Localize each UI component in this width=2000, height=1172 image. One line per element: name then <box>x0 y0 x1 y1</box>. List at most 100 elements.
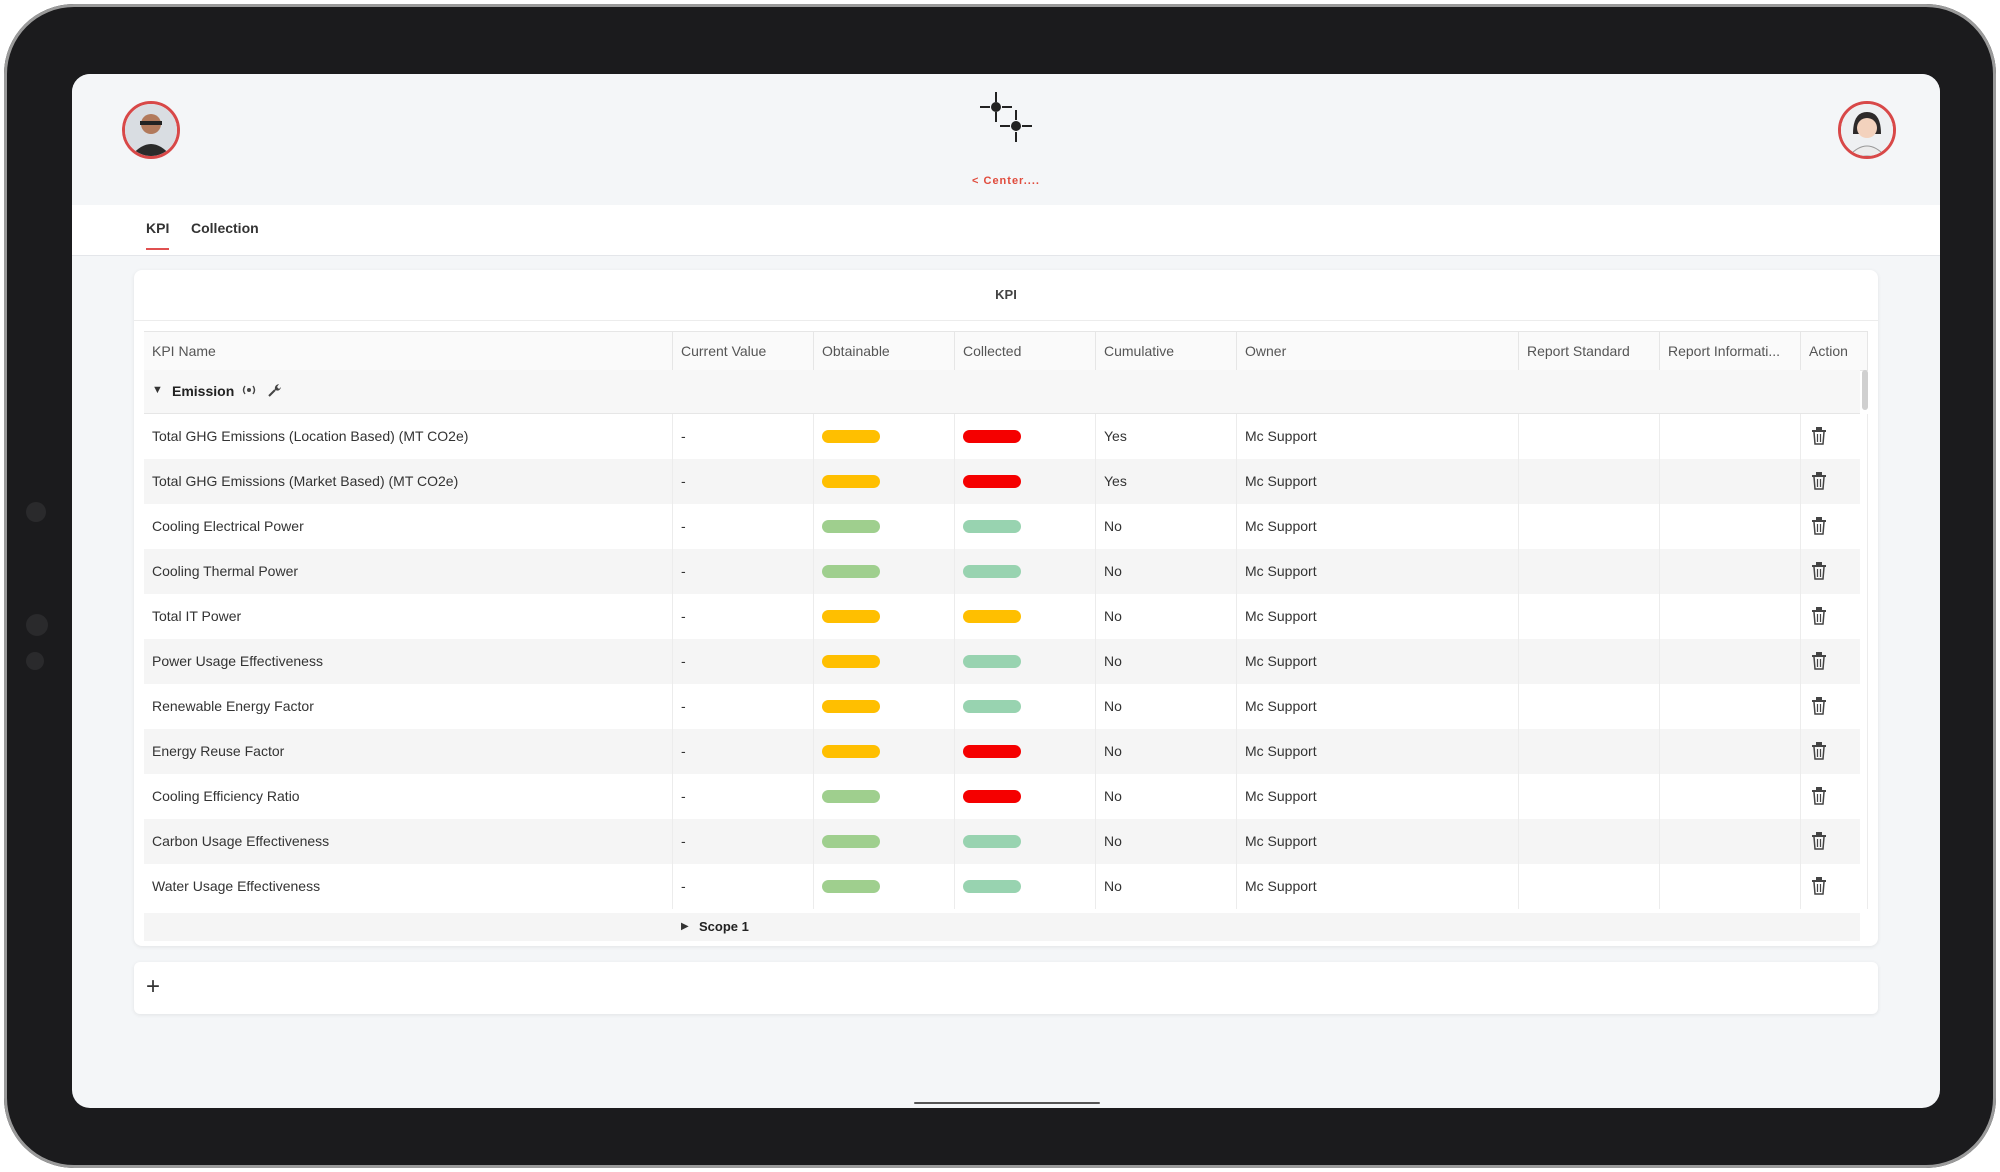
action-cell <box>1801 459 1868 504</box>
report-standard-cell <box>1519 459 1660 504</box>
action-cell <box>1801 639 1868 684</box>
cumulative-cell: No <box>1096 864 1237 909</box>
table-row[interactable]: Renewable Energy Factor - No Mc Support <box>144 684 1868 729</box>
column-header-owner[interactable]: Owner <box>1237 332 1519 370</box>
status-pill-yellow <box>822 430 880 443</box>
collected-cell <box>955 594 1096 639</box>
add-row-bar: + <box>134 962 1878 1014</box>
column-header-kpi-name[interactable]: KPI Name <box>144 332 673 370</box>
cumulative-cell: No <box>1096 594 1237 639</box>
table-scrollbar[interactable] <box>1862 370 1868 410</box>
user-avatar-right[interactable] <box>1838 101 1896 159</box>
status-pill-teal <box>963 880 1021 893</box>
table-row[interactable]: Cooling Efficiency Ratio - No Mc Support <box>144 774 1868 819</box>
person-avatar-icon <box>1841 104 1893 156</box>
column-header-report-standard[interactable]: Report Standard <box>1519 332 1660 370</box>
camera-dot <box>26 502 46 522</box>
tablet-frame: < Center.... KPI Collection KPI KPI Name… <box>4 4 1996 1168</box>
column-header-cumulative[interactable]: Cumulative <box>1096 332 1237 370</box>
trash-icon[interactable] <box>1811 652 1827 670</box>
back-center-link[interactable]: < Center.... <box>72 175 1940 187</box>
current-value-cell: - <box>673 459 814 504</box>
status-pill-red <box>963 475 1021 488</box>
group-label: Emission <box>172 383 235 399</box>
group-row-emission[interactable]: ▼ Emission <box>144 370 1860 414</box>
table-row[interactable]: Total GHG Emissions (Location Based) (MT… <box>144 414 1868 459</box>
trash-icon[interactable] <box>1811 427 1827 445</box>
current-value-cell: - <box>673 774 814 819</box>
table-row[interactable]: Total IT Power - No Mc Support <box>144 594 1868 639</box>
report-information-cell <box>1660 864 1801 909</box>
trash-icon[interactable] <box>1811 607 1827 625</box>
table-row[interactable]: Cooling Electrical Power - No Mc Support <box>144 504 1868 549</box>
trash-icon[interactable] <box>1811 877 1827 895</box>
add-button[interactable]: + <box>146 972 160 1002</box>
column-header-report-information[interactable]: Report Informati... <box>1660 332 1801 370</box>
sensor-dot <box>26 614 48 636</box>
action-cell <box>1801 684 1868 729</box>
table-row[interactable]: Energy Reuse Factor - No Mc Support <box>144 729 1868 774</box>
wrench-icon[interactable] <box>266 382 282 398</box>
broadcast-icon[interactable] <box>241 382 257 398</box>
trash-icon[interactable] <box>1811 742 1827 760</box>
report-information-cell <box>1660 504 1801 549</box>
trash-icon[interactable] <box>1811 697 1827 715</box>
status-pill-green <box>822 565 880 578</box>
tab-bar: KPI Collection <box>72 205 1940 256</box>
trash-icon[interactable] <box>1811 787 1827 805</box>
trash-icon[interactable] <box>1811 517 1827 535</box>
status-pill-yellow <box>822 655 880 668</box>
column-header-obtainable[interactable]: Obtainable <box>814 332 955 370</box>
table-row[interactable]: Cooling Thermal Power - No Mc Support <box>144 549 1868 594</box>
report-information-cell <box>1660 594 1801 639</box>
column-header-action[interactable]: Action <box>1801 332 1868 370</box>
app-screen: < Center.... KPI Collection KPI KPI Name… <box>72 74 1940 1108</box>
owner-cell: Mc Support <box>1237 774 1519 819</box>
kpi-name-cell: Water Usage Effectiveness <box>144 864 673 909</box>
obtainable-cell <box>814 504 955 549</box>
cumulative-cell: No <box>1096 684 1237 729</box>
obtainable-cell <box>814 729 955 774</box>
collected-cell <box>955 864 1096 909</box>
column-header-current-value[interactable]: Current Value <box>673 332 814 370</box>
obtainable-cell <box>814 774 955 819</box>
report-standard-cell <box>1519 729 1660 774</box>
collected-cell <box>955 639 1096 684</box>
action-cell <box>1801 414 1868 459</box>
owner-cell: Mc Support <box>1237 639 1519 684</box>
subgroup-label: Scope 1 <box>699 919 749 934</box>
caret-right-icon[interactable]: ▶ <box>681 921 689 932</box>
group-row-scope-1[interactable]: ▶ Scope 1 <box>144 913 1860 941</box>
trash-icon[interactable] <box>1811 832 1827 850</box>
owner-cell: Mc Support <box>1237 504 1519 549</box>
cumulative-cell: No <box>1096 729 1237 774</box>
table-row[interactable]: Carbon Usage Effectiveness - No Mc Support <box>144 819 1868 864</box>
owner-cell: Mc Support <box>1237 459 1519 504</box>
table-header: KPI Name Current Value Obtainable Collec… <box>144 331 1868 371</box>
status-pill-green <box>822 520 880 533</box>
report-standard-cell <box>1519 639 1660 684</box>
status-pill-yellow <box>963 610 1021 623</box>
report-information-cell <box>1660 774 1801 819</box>
report-information-cell <box>1660 684 1801 729</box>
table-row[interactable]: Water Usage Effectiveness - No Mc Support <box>144 864 1868 909</box>
user-avatar-left[interactable] <box>122 101 180 159</box>
kpi-card: KPI KPI Name Current Value Obtainable Co… <box>134 270 1878 946</box>
caret-down-icon[interactable]: ▼ <box>152 384 163 396</box>
table-row[interactable]: Total GHG Emissions (Market Based) (MT C… <box>144 459 1868 504</box>
kpi-name-cell: Renewable Energy Factor <box>144 684 673 729</box>
table-row[interactable]: Power Usage Effectiveness - No Mc Support <box>144 639 1868 684</box>
tab-collection[interactable]: Collection <box>191 220 259 236</box>
column-header-collected[interactable]: Collected <box>955 332 1096 370</box>
status-pill-yellow <box>822 700 880 713</box>
current-value-cell: - <box>673 684 814 729</box>
report-information-cell <box>1660 819 1801 864</box>
trash-icon[interactable] <box>1811 472 1827 490</box>
action-cell <box>1801 504 1868 549</box>
tab-kpi[interactable]: KPI <box>146 220 170 250</box>
owner-cell: Mc Support <box>1237 594 1519 639</box>
owner-cell: Mc Support <box>1237 414 1519 459</box>
obtainable-cell <box>814 864 955 909</box>
current-value-cell: - <box>673 549 814 594</box>
trash-icon[interactable] <box>1811 562 1827 580</box>
